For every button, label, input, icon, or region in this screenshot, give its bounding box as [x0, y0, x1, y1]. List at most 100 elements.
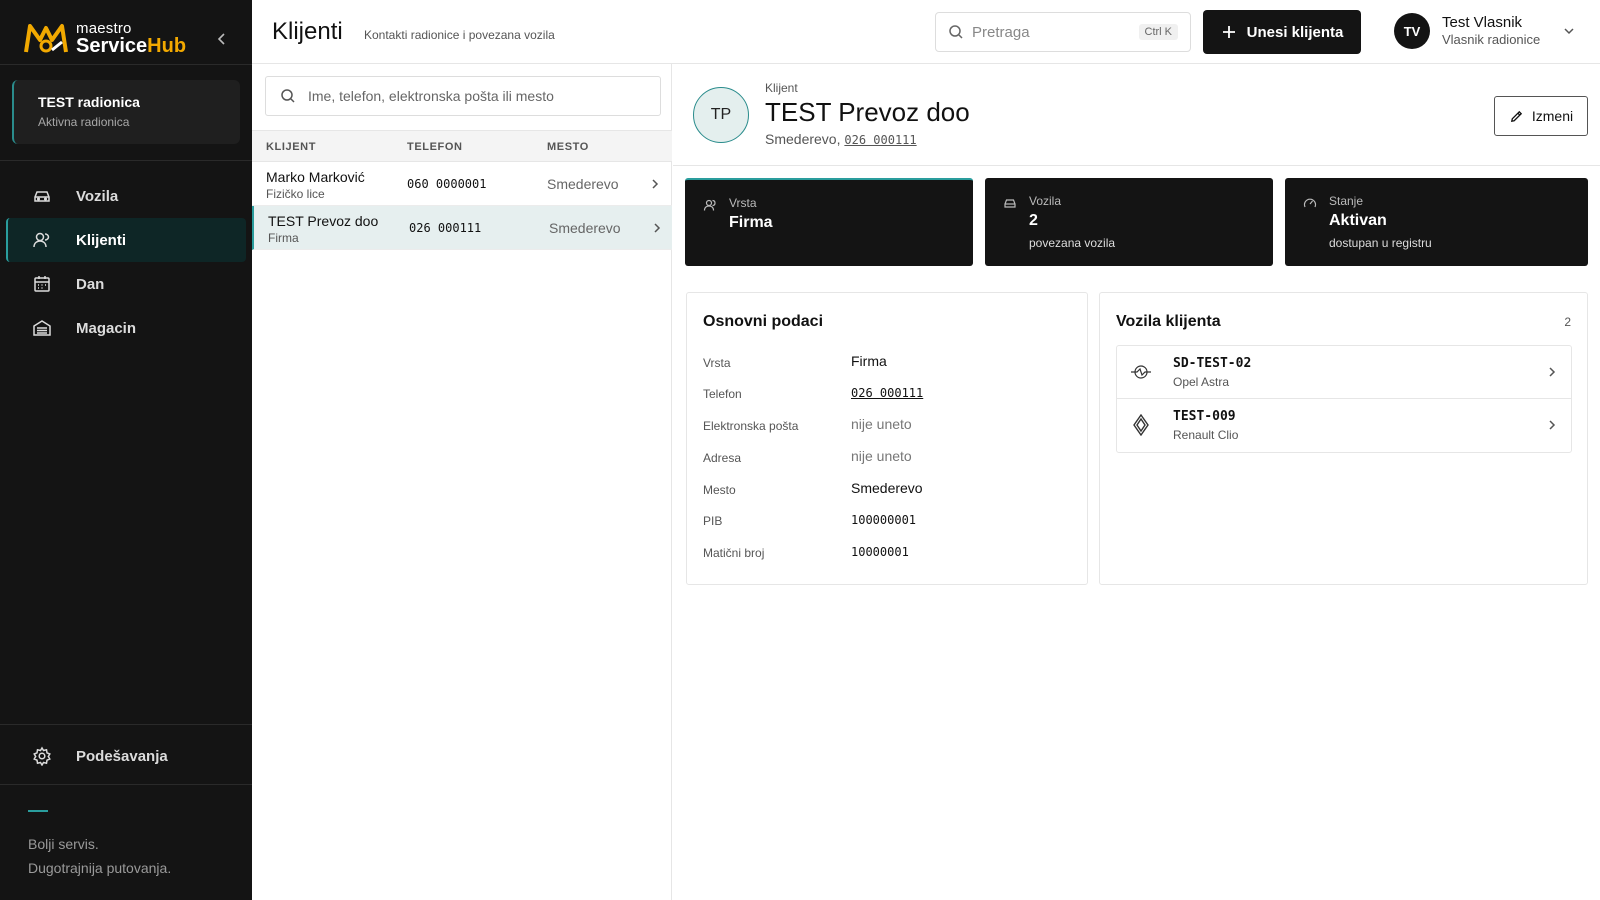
client-type: Firma: [268, 231, 299, 245]
edit-button[interactable]: Izmeni: [1494, 96, 1588, 136]
pencil-icon: [1510, 110, 1522, 122]
nav-label-vozila: Vozila: [76, 187, 119, 205]
nav-item-podesavanja[interactable]: Podešavanja: [6, 734, 246, 778]
user-role: Vlasnik radionice: [1442, 32, 1541, 48]
add-client-label: Unesi klijenta: [1246, 23, 1344, 41]
logo-bottom-text: ServiceHub: [76, 36, 186, 56]
list-item[interactable]: TEST-009 Renault Clio: [1117, 399, 1571, 452]
workshop-name: TEST radionica: [38, 94, 140, 110]
logo-mark-icon: [24, 24, 68, 53]
client-phone: 060 0000001: [407, 177, 487, 191]
table-row[interactable]: Marko Marković Fizičko lice 060 0000001 …: [252, 162, 672, 206]
field-value: 100000001: [851, 513, 917, 527]
field-value: nije uneto: [851, 448, 912, 464]
stat-card-vehicles: Vozila 2 povezana vozila: [985, 178, 1273, 266]
client-vehicles-card: Vozila klijenta 2 SD-TEST-02 Opel Astra …: [1099, 292, 1588, 585]
logo-hub-text: Hub: [147, 34, 187, 57]
gauge-icon: [1303, 198, 1317, 208]
client-search[interactable]: [265, 76, 661, 116]
column-header-city[interactable]: MESTO: [547, 141, 589, 153]
field-value-phone[interactable]: 026 000111: [851, 386, 923, 400]
logo-service-text: Service: [76, 34, 148, 57]
table-header: KLIJENT TELEFON MESTO: [252, 130, 672, 162]
workshop-switcher[interactable]: TEST radionica Aktivna radionica: [12, 80, 240, 144]
main-nav: Vozila Klijenti Dan Magacin: [6, 174, 246, 350]
collapse-sidebar-icon[interactable]: [212, 28, 232, 50]
nav-label-magacin: Magacin: [76, 319, 137, 337]
workshop-status: Aktivna radionica: [38, 115, 130, 129]
gear-icon: [33, 746, 51, 766]
page-subtitle: Kontakti radionice i povezana vozila: [364, 28, 555, 42]
stat-sub: povezana vozila: [1029, 236, 1116, 250]
global-search-input[interactable]: [972, 23, 1122, 41]
chevron-right-icon: [652, 179, 659, 189]
global-search[interactable]: Ctrl K: [935, 12, 1191, 52]
nav-item-vozila[interactable]: Vozila: [6, 174, 246, 218]
field-label: Elektronska pošta: [703, 419, 799, 433]
vehicle-count: 2: [1564, 315, 1571, 329]
client-city: Smederevo: [547, 176, 619, 192]
app-logo[interactable]: maestro ServiceHub: [22, 18, 186, 58]
field-label: Vrsta: [703, 356, 731, 370]
page-title: Klijenti: [272, 18, 343, 45]
stat-card-status: Stanje Aktivan dostupan u registru: [1285, 178, 1588, 266]
user-icon: [33, 232, 50, 248]
sidebar: maestro ServiceHub TEST radionica Aktivn…: [0, 0, 252, 900]
tagline-line1: Bolji servis.: [28, 836, 99, 852]
tagline-line2: Dugotrajnija putovanja.: [28, 860, 172, 876]
vehicle-plate: TEST-009: [1173, 409, 1236, 424]
field-value: nije uneto: [851, 416, 912, 432]
car-icon: [34, 191, 50, 202]
search-icon: [949, 25, 963, 39]
table-row[interactable]: TEST Prevoz doo Firma 026 000111 Smedere…: [252, 206, 672, 250]
nav-label-klijenti: Klijenti: [76, 231, 127, 249]
field-label: Adresa: [703, 451, 742, 465]
warehouse-icon: [33, 320, 51, 336]
shortcut-hint: Ctrl K: [1138, 24, 1178, 40]
nav-item-klijenti[interactable]: Klijenti: [6, 218, 246, 262]
logo-top-text: maestro: [76, 19, 132, 37]
user-icon: [703, 199, 716, 211]
tagline: Bolji servis. Dugotrajnija putovanja.: [28, 832, 171, 880]
client-phone-link[interactable]: 026 000111: [844, 133, 916, 147]
divider: [0, 64, 252, 65]
stat-sub: dostupan u registru: [1329, 236, 1432, 250]
stat-label: Vrsta: [729, 196, 757, 210]
stat-card-type: Vrsta Firma: [685, 178, 973, 266]
nav-label-dan: Dan: [76, 275, 105, 293]
nav-item-dan[interactable]: Dan: [6, 262, 246, 306]
field-label: PIB: [703, 514, 723, 528]
divider: [0, 724, 252, 725]
opel-logo-icon: [1131, 365, 1151, 379]
basic-info-card: Osnovni podaci Vrsta Firma Telefon 026 0…: [686, 292, 1088, 585]
chevron-right-icon: [654, 223, 661, 233]
column-header-client[interactable]: KLIJENT: [266, 141, 316, 153]
client-name: TEST Prevoz doo: [268, 213, 379, 229]
field-label: Matični broj: [703, 546, 765, 560]
stat-value: Firma: [729, 214, 773, 231]
field-value: 10000001: [851, 545, 909, 559]
client-search-input[interactable]: [308, 88, 648, 104]
add-client-button[interactable]: Unesi klijenta: [1203, 10, 1361, 54]
edit-label: Izmeni: [1531, 108, 1574, 124]
top-header: Klijenti Kontakti radionice i povezana v…: [252, 0, 1600, 64]
vehicle-plate: SD-TEST-02: [1173, 356, 1252, 371]
vehicle-model: Renault Clio: [1173, 428, 1239, 442]
user-menu[interactable]: TV Test Vlasnik Vlasnik radionice: [1394, 13, 1576, 49]
calendar-icon: [34, 276, 50, 292]
car-icon: [1004, 199, 1016, 208]
nav-item-magacin[interactable]: Magacin: [6, 306, 246, 350]
field-label: Telefon: [703, 387, 742, 401]
client-detail: TP Klijent TEST Prevoz doo Smederevo, 02…: [673, 64, 1600, 900]
renault-logo-icon: [1133, 414, 1149, 436]
user-name: Test Vlasnik: [1442, 13, 1523, 31]
client-label: Klijent: [765, 81, 798, 95]
chevron-down-icon[interactable]: [1562, 24, 1576, 38]
client-detail-header: TP Klijent TEST Prevoz doo Smederevo, 02…: [673, 64, 1600, 166]
column-header-phone[interactable]: TELEFON: [407, 141, 463, 153]
divider: [0, 784, 252, 785]
client-city: Smederevo: [549, 220, 621, 236]
client-name: Marko Marković: [266, 169, 365, 185]
client-type: Fizičko lice: [266, 187, 325, 201]
list-item[interactable]: SD-TEST-02 Opel Astra: [1117, 346, 1571, 399]
